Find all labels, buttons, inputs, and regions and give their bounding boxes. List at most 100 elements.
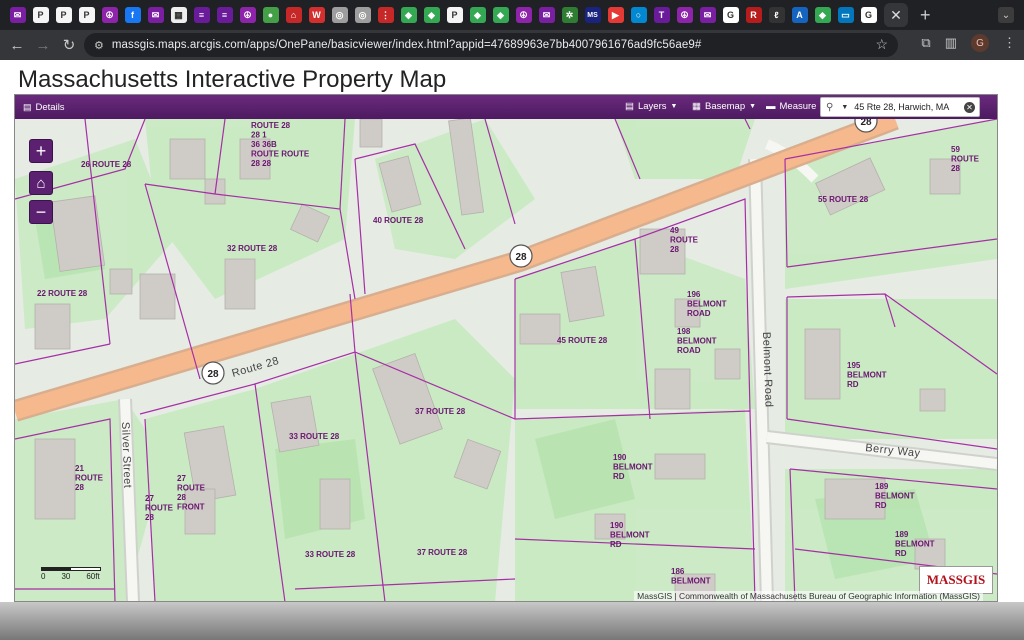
parcel-label-line: BELMONT bbox=[677, 337, 717, 346]
grid-icon[interactable]: ▦ bbox=[170, 7, 187, 23]
maps-icon[interactable]: ◆ bbox=[469, 7, 486, 23]
p-icon[interactable]: P bbox=[446, 7, 463, 23]
list-icon[interactable]: ≡ bbox=[193, 7, 210, 23]
search-input[interactable]: 45 Rte 28, Harwich, MA bbox=[854, 102, 949, 112]
facebook-icon[interactable]: f bbox=[124, 7, 141, 23]
parcel-label-line: 32 ROUTE 28 bbox=[227, 244, 278, 253]
layers-icon: ▤ bbox=[625, 101, 634, 112]
url-text: massgis.maps.arcgis.com/apps/OnePane/bas… bbox=[111, 39, 702, 51]
measure-label: Measure bbox=[779, 101, 817, 112]
maps-icon[interactable]: ◆ bbox=[492, 7, 509, 23]
r-icon[interactable]: R bbox=[745, 7, 762, 23]
parcel-label-line: 190 bbox=[613, 453, 627, 462]
zoom-in-button[interactable]: + bbox=[29, 139, 53, 163]
parcel-label-line: ROAD bbox=[677, 346, 701, 355]
layers-button[interactable]: ▤ Layers ▼ bbox=[625, 101, 677, 112]
google-icon[interactable]: G bbox=[722, 7, 739, 23]
parcel-label-line: 28 bbox=[177, 493, 186, 502]
parcel-label-line: 27 bbox=[145, 494, 154, 503]
a-icon[interactable]: A bbox=[791, 7, 808, 23]
clear-search-icon[interactable]: ✕ bbox=[964, 102, 975, 113]
web-page: Massachusetts Interactive Property Map ▤… bbox=[0, 60, 1024, 640]
layers-label: Layers bbox=[637, 101, 667, 112]
peace-icon[interactable]: ☮ bbox=[239, 7, 256, 23]
globe-icon[interactable]: ◎ bbox=[331, 7, 348, 23]
chevron-down-icon: ▼ bbox=[749, 103, 757, 110]
mail-icon[interactable]: ✉ bbox=[699, 7, 716, 23]
forward-icon[interactable]: → bbox=[30, 32, 56, 58]
site-info-icon[interactable]: ⚙ bbox=[94, 39, 104, 52]
new-tab-icon[interactable]: + bbox=[920, 5, 931, 26]
map-svg[interactable]: ROUTE 28 28 1 36 36B ROUTE ROUTE 28 2826 ROU… bbox=[15, 108, 997, 602]
mail-icon[interactable]: ✉ bbox=[9, 7, 26, 23]
scale-label: 30 bbox=[61, 572, 71, 581]
menu-icon[interactable]: ⋮ bbox=[1003, 35, 1016, 51]
mail-icon[interactable]: ✉ bbox=[538, 7, 555, 23]
maps-icon[interactable]: ◆ bbox=[423, 7, 440, 23]
zoom-out-button[interactable]: − bbox=[29, 200, 53, 224]
parcel-label-line: 55 ROUTE 28 bbox=[818, 195, 869, 204]
peace-icon[interactable]: ☮ bbox=[515, 7, 532, 23]
t-icon[interactable]: T bbox=[653, 7, 670, 23]
p-icon[interactable]: P bbox=[55, 7, 72, 23]
map-app: ▤ Details ▤ Layers ▼ ▦ Basemap ▼ ▬ Measu… bbox=[14, 94, 998, 602]
address-bar[interactable]: ⚙ massgis.maps.arcgis.com/apps/OnePane/b… bbox=[84, 33, 898, 57]
google-icon[interactable]: G bbox=[860, 7, 877, 23]
browser-toolbar: ← → ↻ ⚙ massgis.maps.arcgis.com/apps/One… bbox=[0, 30, 1024, 60]
massgis-logo[interactable]: MASSGIS bbox=[919, 566, 993, 594]
p-icon[interactable]: P bbox=[78, 7, 95, 23]
p-icon[interactable]: P bbox=[32, 7, 49, 23]
extensions-icon[interactable]: ⧉ bbox=[921, 35, 930, 51]
bookmark-star-icon[interactable]: ☆ bbox=[875, 36, 888, 53]
parcel-label-line: 189 bbox=[895, 530, 909, 539]
sidepanel-icon[interactable]: ▥ bbox=[945, 35, 957, 51]
parcel-label-line: 40 ROUTE 28 bbox=[373, 216, 424, 225]
parcel-label-line: 28 bbox=[145, 513, 154, 522]
address-search[interactable]: ⚲ ▼ 45 Rte 28, Harwich, MA ✕ bbox=[820, 97, 980, 117]
image-icon[interactable]: ▭ bbox=[837, 7, 854, 23]
list-icon[interactable]: ≡ bbox=[216, 7, 233, 23]
parcel-label-line: 28 bbox=[670, 245, 679, 254]
close-tab-icon[interactable]: ✕ bbox=[884, 3, 908, 27]
mail-icon[interactable]: ✉ bbox=[147, 7, 164, 23]
ms-icon[interactable]: MS bbox=[584, 7, 601, 23]
measure-button[interactable]: ▬ Measure bbox=[766, 101, 816, 112]
reload-icon[interactable]: ↻ bbox=[56, 32, 82, 58]
details-label: Details bbox=[35, 101, 65, 113]
maps-icon[interactable]: ◆ bbox=[400, 7, 417, 23]
back-icon[interactable]: ← bbox=[4, 32, 30, 58]
parcel-label-line: 196 bbox=[687, 290, 701, 299]
parcel-label-line: RD bbox=[610, 540, 622, 549]
basemap-button[interactable]: ▦ Basemap ▼ bbox=[692, 101, 756, 112]
home-button[interactable]: ⌂ bbox=[29, 171, 53, 195]
home-red-icon[interactable]: ⌂ bbox=[285, 7, 302, 23]
map-canvas[interactable]: ROUTE 28 28 1 36 36B ROUTE ROUTE 28 28 26 ROU… bbox=[15, 108, 997, 602]
parcel-label-line: 28 bbox=[75, 483, 84, 492]
route-shield-number: 28 bbox=[207, 369, 219, 380]
parcel-label-line: FRONT bbox=[177, 503, 205, 512]
chevron-down-icon[interactable]: ▼ bbox=[841, 104, 848, 111]
road-label-silver-street: Silver Street bbox=[119, 422, 133, 489]
gear-icon[interactable]: ✲ bbox=[561, 7, 578, 23]
parcel-label-line: RD bbox=[895, 549, 907, 558]
lexus-icon[interactable]: ℓ bbox=[768, 7, 785, 23]
ring-icon[interactable]: ○ bbox=[630, 7, 647, 23]
search-icon[interactable]: ⚲ bbox=[826, 102, 833, 113]
profile-avatar[interactable]: G bbox=[971, 34, 989, 52]
parcel-label-line: 198 bbox=[677, 327, 691, 336]
parcel-label: 32 ROUTE 28 bbox=[227, 244, 278, 253]
w-icon[interactable]: W bbox=[308, 7, 325, 23]
parcel-label-line: 28 bbox=[951, 164, 960, 173]
parcel-label-line: ROUTE bbox=[951, 155, 980, 164]
dot-icon[interactable]: ⋮ bbox=[377, 7, 394, 23]
route-shield-1: 28 bbox=[509, 244, 533, 268]
peace-icon[interactable]: ☮ bbox=[676, 7, 693, 23]
parcel-label-line: RD bbox=[875, 501, 887, 510]
globe-icon[interactable]: ◎ bbox=[354, 7, 371, 23]
details-button[interactable]: ▤ Details bbox=[23, 102, 65, 113]
circle-icon[interactable]: ● bbox=[262, 7, 279, 23]
youtube-icon[interactable]: ▶ bbox=[607, 7, 624, 23]
maps-icon[interactable]: ◆ bbox=[814, 7, 831, 23]
peace-icon[interactable]: ☮ bbox=[101, 7, 118, 23]
tab-search-icon[interactable]: ⌄ bbox=[998, 7, 1014, 23]
